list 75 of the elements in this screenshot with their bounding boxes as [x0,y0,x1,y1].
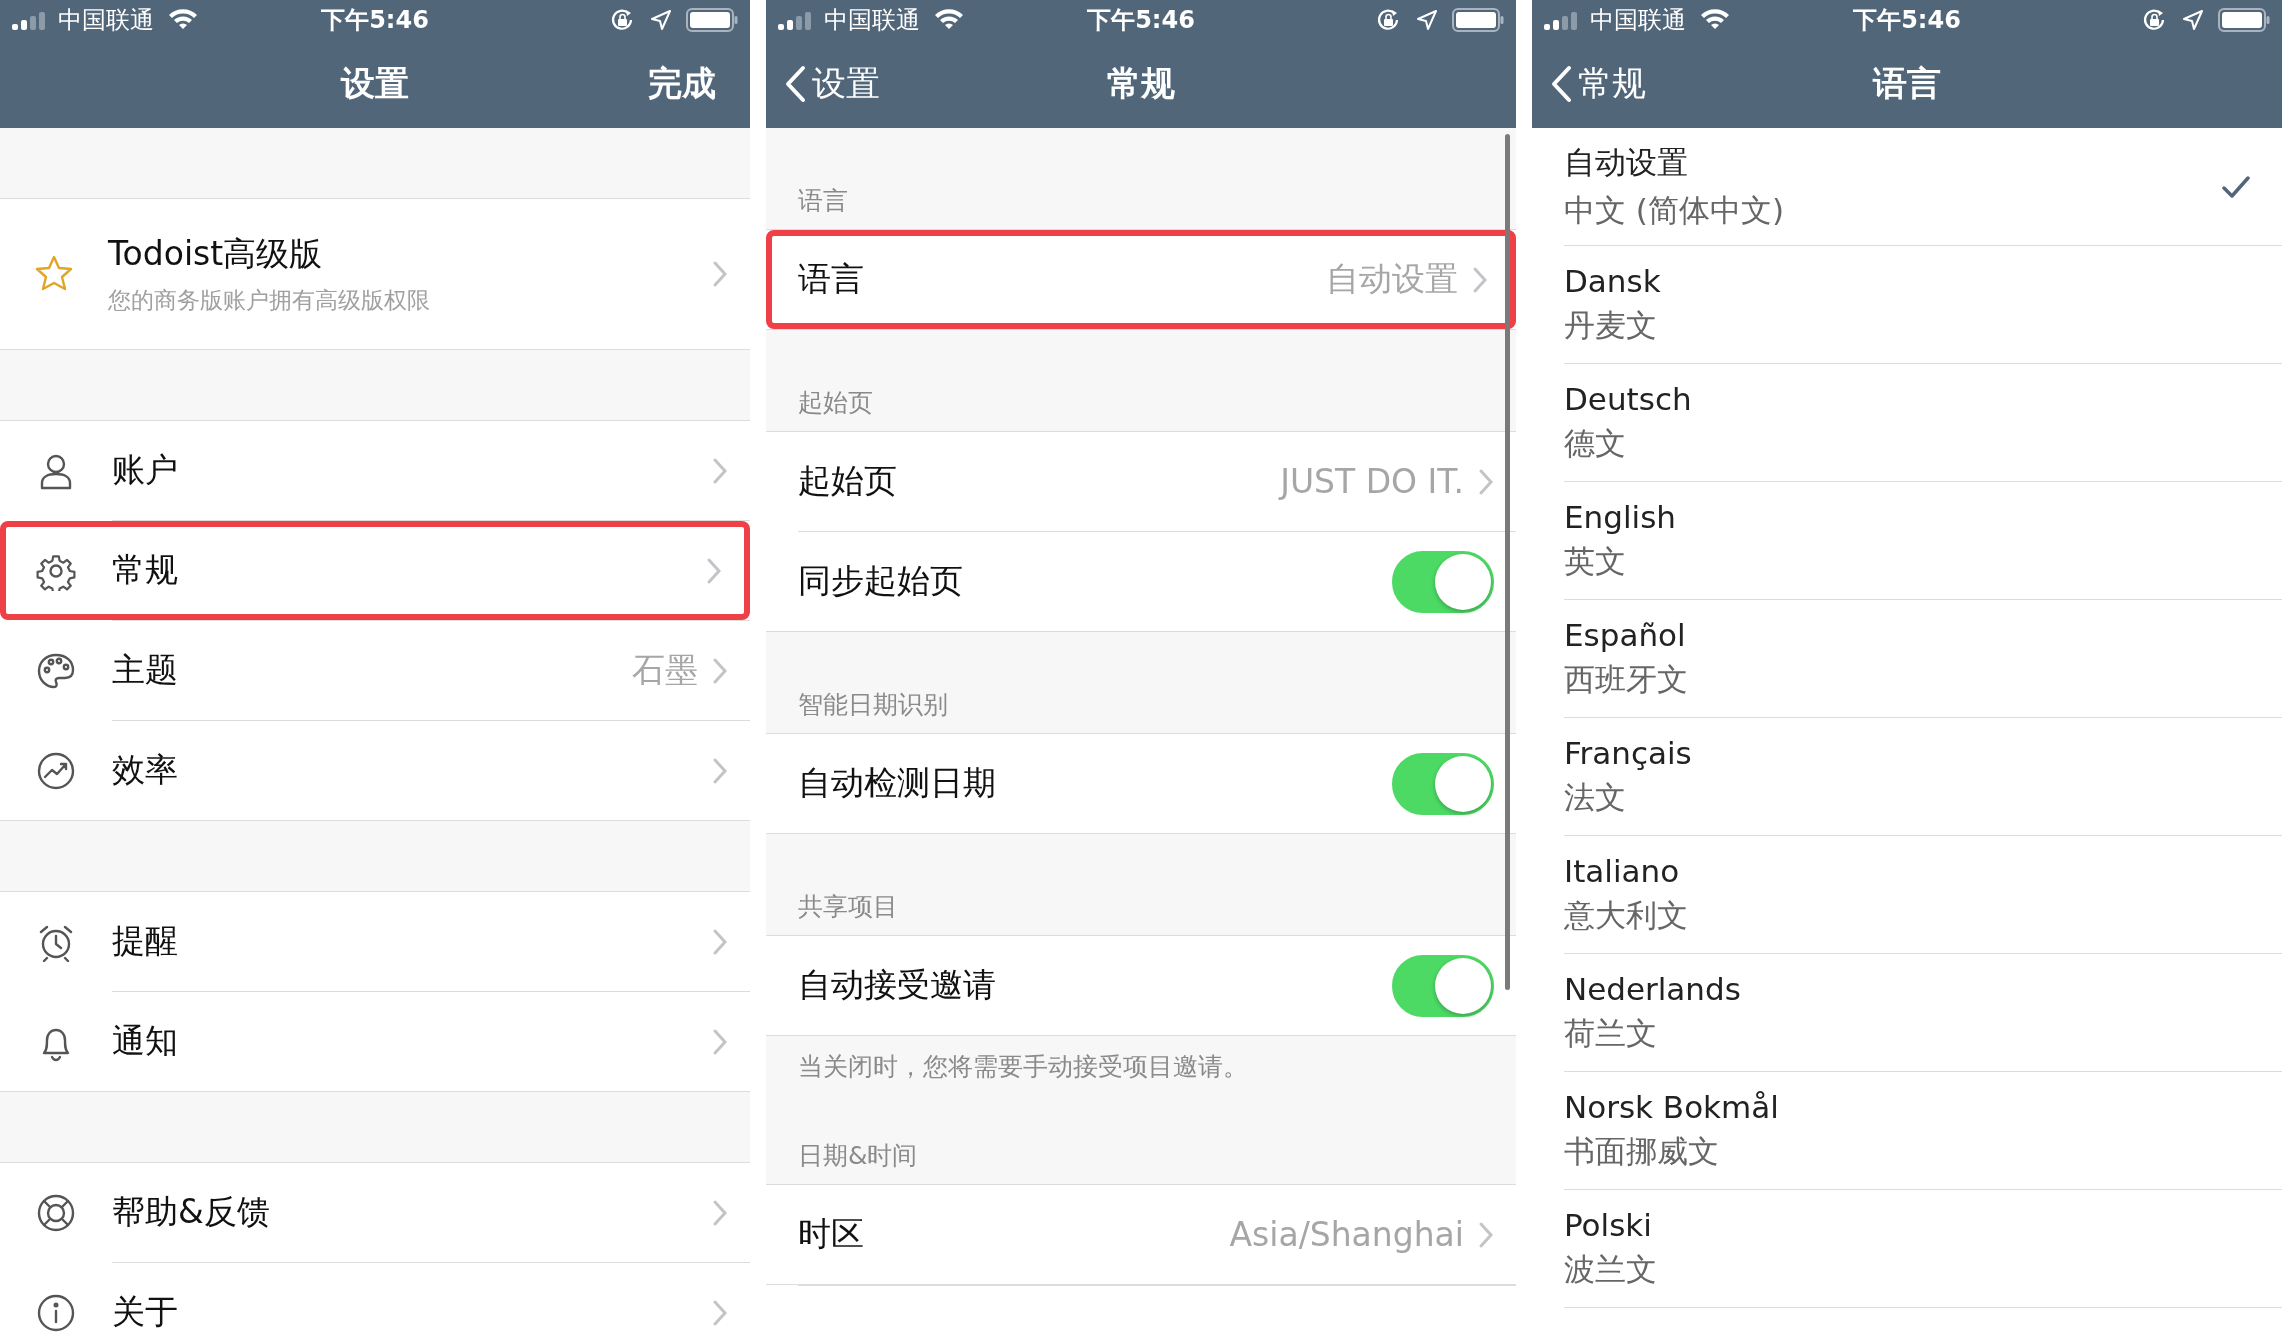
language-name: Español [1564,616,1687,653]
chevron-icon [706,556,722,585]
toggle-switch[interactable] [1392,954,1494,1017]
status-time: 下午5:46 [1853,5,1961,36]
back-button[interactable]: 设置 [780,57,884,111]
wifi-icon [1700,9,1730,31]
nav-title: 语言 [1873,62,1941,105]
row-value: JUST DO IT. [1280,462,1464,501]
language-name: Nederlands [1564,970,1741,1007]
language-native-name: 荷兰文 [1564,1013,1658,1053]
section-header: 智能日期识别 [798,690,948,719]
back-button[interactable]: 常规 [1546,57,1650,111]
language-native-name: 德文 [1564,423,1627,463]
row-value: 自动设置 [1326,258,1458,300]
language-name: Français [1564,734,1692,771]
chevron-icon [712,756,728,785]
section-header: 语言 [798,186,848,215]
chevron-icon [712,1298,728,1327]
back-chevron-icon [1550,65,1572,103]
chevron-icon [712,456,728,485]
wifi-icon [168,9,198,31]
location-icon [650,9,672,31]
language-name: Norsk Bokmål [1564,1088,1779,1125]
settings-row[interactable]: 常规 [0,521,750,620]
section-header: 日期&时间 [798,1141,918,1170]
language-native-name: 西班牙文 [1564,659,1688,699]
premium-title: Todoist高级版 [108,233,324,275]
chevron-icon [1478,1220,1494,1249]
language-name: Polski [1564,1206,1653,1243]
language-native-name: 意大利文 [1564,895,1688,935]
carrier-text: 中国联通 [58,5,154,36]
section-footer: 当关闭时，您将需要手动接受项目邀请。 [798,1052,1248,1081]
premium-subtitle: 您的商务版账户拥有高级版权限 [108,286,430,315]
language-native-name: 英文 [1564,541,1627,581]
location-icon [2182,9,2204,31]
carrier-text: 中国联通 [824,5,920,36]
back-chevron-icon [784,65,806,103]
language-native-name: 法文 [1564,777,1627,817]
chevron-icon [712,1027,728,1056]
language-name: English [1564,498,1676,535]
trend-chart-icon [36,750,76,791]
chevron-icon [1472,265,1488,294]
location-icon [1416,9,1438,31]
status-time: 下午5:46 [1087,5,1195,36]
language-name: Dansk [1564,262,1661,299]
done-button[interactable]: 完成 [648,61,716,107]
settings-row[interactable]: 语言 自动设置 [766,230,1516,329]
battery-icon [1452,8,1504,32]
chevron-icon [1478,467,1494,496]
toggle-switch[interactable] [1392,550,1494,613]
chevron-icon [712,1198,728,1227]
row-value: 石墨 [632,649,698,691]
chevron-icon [712,260,728,288]
language-name: 自动设置 [1564,142,1689,182]
language-native-name: 书面挪威文 [1564,1131,1720,1171]
carrier-text: 中国联通 [1590,5,1686,36]
chevron-icon [712,927,728,956]
language-native-name: 波兰文 [1564,1249,1657,1289]
info-icon [36,1292,76,1333]
section-header: 共享项目 [798,892,898,921]
nav-title: 设置 [341,62,409,105]
status-time: 下午5:46 [321,5,429,36]
language-native-name: 丹麦文 [1564,305,1658,345]
lifebuoy-icon [36,1192,76,1233]
battery-icon [2218,8,2270,32]
language-name: Deutsch [1564,380,1692,417]
language-native-name: 中文 (简体中文) [1564,190,1785,230]
wifi-icon [934,9,964,31]
language-name: Italiano [1564,852,1681,889]
nav-title: 常规 [1107,62,1175,105]
toggle-switch[interactable] [1392,752,1494,815]
chevron-icon [712,656,728,685]
row-value: Asia/Shanghai [1229,1215,1464,1254]
battery-icon [686,8,738,32]
section-header: 起始页 [798,388,873,417]
